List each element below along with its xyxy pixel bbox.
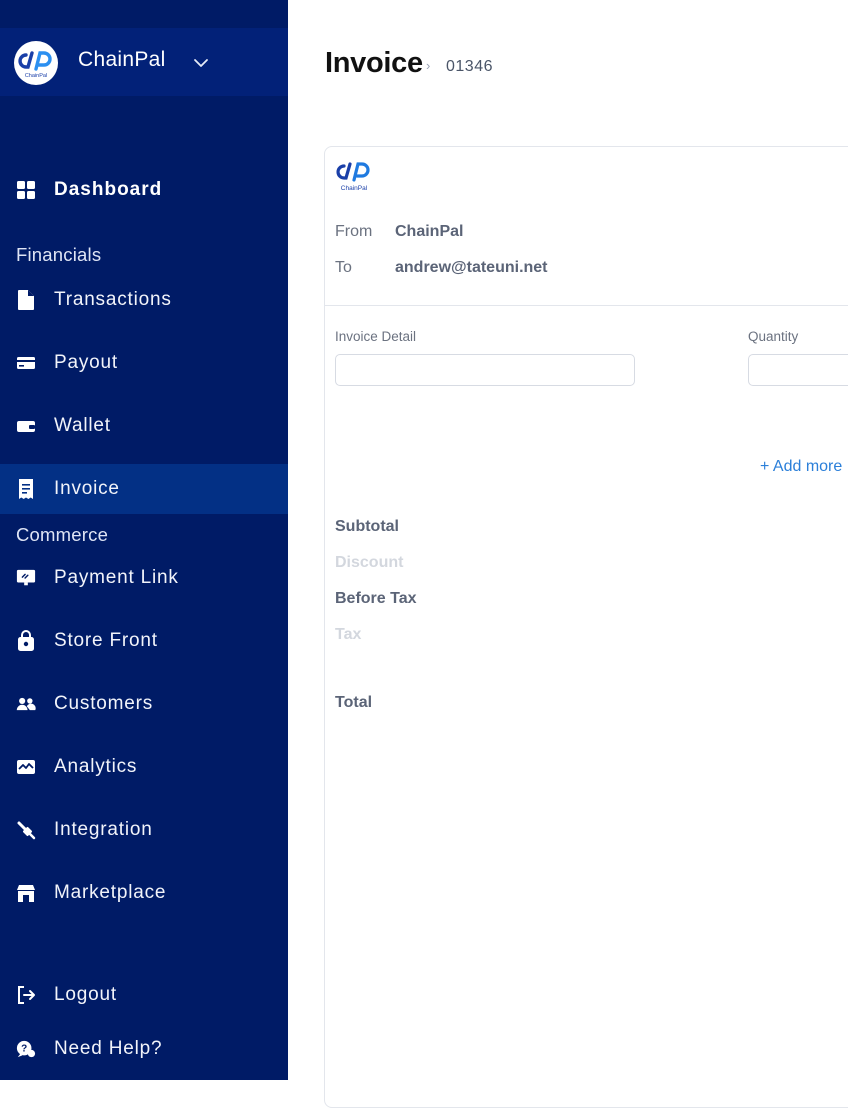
sidebar-item-need-help[interactable]: ? Need Help?	[0, 1024, 288, 1074]
sidebar-item-payout[interactable]: Payout	[0, 338, 288, 388]
sidebar-item-label: Customers	[54, 693, 154, 714]
quantity-input[interactable]	[748, 354, 848, 386]
users-icon	[16, 694, 36, 714]
sidebar-item-label: Logout	[54, 984, 117, 1005]
sidebar-item-label: Dashboard	[54, 179, 163, 200]
shopping-bag-icon	[16, 630, 36, 651]
sidebar-item-label: Payment Link	[54, 567, 179, 588]
sidebar-item-label: Wallet	[54, 415, 111, 436]
discount-label: Discount	[335, 554, 404, 571]
sidebar-item-transactions[interactable]: Transactions	[0, 275, 288, 325]
section-divider	[325, 305, 848, 306]
sidebar-item-label: Integration	[54, 819, 153, 840]
help-chat-icon: ?	[16, 1039, 36, 1059]
sidebar-item-payment-link[interactable]: Payment Link	[0, 553, 288, 603]
quantity-label: Quantity	[748, 329, 799, 344]
payment-link-icon	[16, 568, 36, 588]
to-value: andrew@tateuni.net	[395, 259, 548, 276]
sidebar-item-invoice[interactable]: Invoice	[0, 464, 288, 514]
tax-label: Tax	[335, 626, 362, 643]
wallet-icon	[16, 416, 36, 436]
invoice-detail-input[interactable]	[335, 354, 635, 386]
invoice-number: 01346	[446, 58, 493, 75]
org-switcher[interactable]: ChainPal ChainPal	[0, 28, 288, 96]
sidebar-item-label: Marketplace	[54, 882, 167, 903]
chainpal-logo: ChainPal	[14, 41, 58, 85]
sidebar-item-label: Payout	[54, 352, 118, 373]
svg-text:ChainPal: ChainPal	[25, 73, 47, 79]
store-icon	[16, 883, 36, 903]
document-icon	[16, 290, 36, 310]
invoice-card	[324, 146, 848, 1108]
sidebar-item-logout[interactable]: Logout	[0, 970, 288, 1020]
sidebar-item-label: Transactions	[54, 289, 172, 310]
org-name: ChainPal	[78, 48, 166, 71]
chevron-down-icon[interactable]	[192, 54, 210, 72]
total-label: Total	[335, 694, 373, 711]
sidebar-item-store-front[interactable]: Store Front	[0, 616, 288, 666]
breadcrumb-separator: ›	[426, 58, 431, 73]
sidebar-item-label: Store Front	[54, 630, 158, 651]
invoice-brand-logo: ChainPal	[334, 160, 378, 200]
dashboard-grid-icon	[16, 180, 36, 200]
page-title: Invoice	[325, 47, 423, 79]
sidebar-item-dashboard[interactable]: Dashboard	[0, 165, 288, 215]
add-more-link[interactable]: + Add more	[760, 458, 842, 476]
sidebar-item-customers[interactable]: Customers	[0, 679, 288, 729]
invoice-detail-label: Invoice Detail	[335, 329, 417, 344]
sidebar-item-marketplace[interactable]: Marketplace	[0, 868, 288, 918]
sidebar-item-label: Need Help?	[54, 1038, 163, 1059]
card-icon	[16, 353, 36, 373]
receipt-icon	[16, 479, 36, 499]
sidebar-item-integration[interactable]: Integration	[0, 805, 288, 855]
section-financials: Financials	[16, 244, 102, 265]
from-value: ChainPal	[395, 223, 464, 240]
from-label: From	[335, 223, 373, 240]
sidebar-item-label: Analytics	[54, 756, 138, 777]
sidebar-item-wallet[interactable]: Wallet	[0, 401, 288, 451]
before-tax-label: Before Tax	[335, 590, 417, 607]
section-commerce: Commerce	[16, 524, 109, 545]
to-label: To	[335, 259, 352, 276]
logout-icon	[16, 985, 36, 1005]
plug-icon	[16, 820, 36, 840]
svg-text:?: ?	[21, 1044, 27, 1055]
sidebar-item-analytics[interactable]: Analytics	[0, 742, 288, 792]
sidebar: ChainPal ChainPal Dashboard Financials T…	[0, 0, 288, 1080]
subtotal-label: Subtotal	[335, 518, 399, 535]
svg-text:ChainPal: ChainPal	[341, 185, 368, 192]
sidebar-item-label: Invoice	[54, 478, 120, 499]
analytics-icon	[16, 757, 36, 777]
